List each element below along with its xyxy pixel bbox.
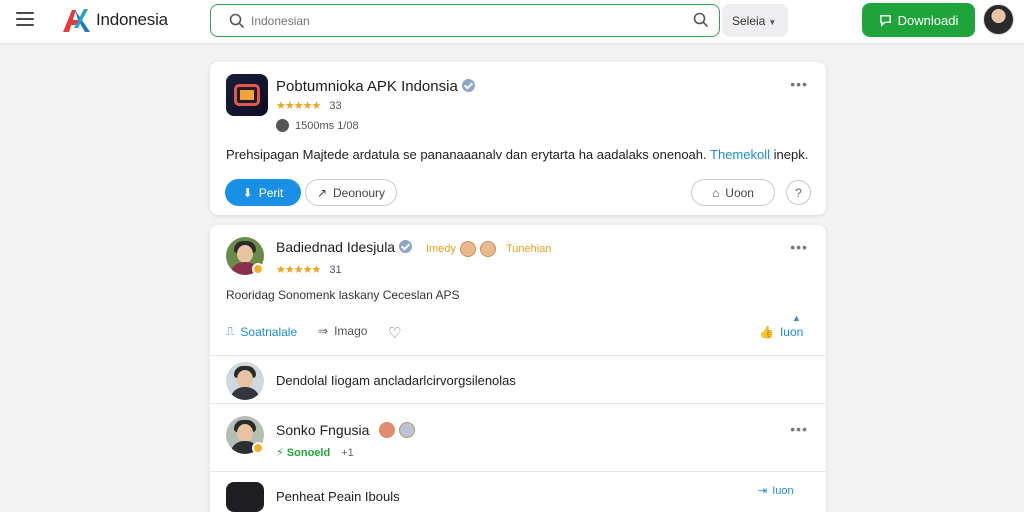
tertiary-action-label: Uoon (725, 185, 754, 200)
reply-link[interactable]: ⇥ Iuon (758, 484, 794, 498)
primary-action-label: Perit (258, 185, 284, 200)
brand-name[interactable]: Indonesia (96, 10, 168, 30)
commenter-name[interactable]: Sonko Fngusia (276, 422, 369, 438)
gold-badge-icon (252, 263, 264, 275)
comment-text: Penheat Peain Ibouls (276, 489, 400, 504)
rating-row: ★★★★★ 33 (276, 99, 342, 112)
more-options-icon[interactable]: ••• (790, 239, 808, 255)
reaction-tag-left[interactable]: Imedy (426, 243, 456, 255)
primary-action-button[interactable]: ⬇ Perit (225, 179, 301, 206)
lock-icon: ⌂ (712, 185, 720, 200)
review-thread-card: Badiednad Idesjula Imedy Tunehian ★★★★★ … (210, 225, 826, 512)
gold-badge-icon (252, 442, 264, 454)
app-post-card: Pobtumnioka APK Indonsia ★★★★★ 33 1500ms… (210, 62, 826, 215)
review-title[interactable]: Badiednad Idesjula (276, 239, 395, 255)
report-label: Soatnalale (240, 324, 298, 339)
chat-icon (879, 14, 891, 27)
reaction-tag-right[interactable]: Tunehian (506, 243, 551, 255)
thumbs-up-icon: 👍 (759, 325, 774, 339)
like-label: Iuon (779, 325, 804, 339)
info-icon (276, 119, 289, 132)
emoji-face-icon (479, 241, 496, 257)
reaction-tags: Imedy Tunehian (426, 241, 551, 257)
help-icon[interactable]: ? (786, 180, 811, 205)
app-icon[interactable] (226, 74, 268, 116)
secondary-action-button[interactable]: ↗ Deonoury (305, 179, 397, 206)
commenter-avatar[interactable] (226, 362, 264, 400)
emoji-face-icon (459, 241, 476, 257)
post-meta: 1500ms 1/08 (276, 119, 359, 132)
search-submit-icon[interactable] (693, 12, 709, 28)
divider (210, 355, 826, 356)
user-avatar[interactable] (983, 4, 1014, 35)
status-tag: ⚡ Sonoeld +1 (276, 446, 354, 459)
post-description-text: Prehsipagan Majtede ardatula se pananaaa… (226, 147, 707, 162)
verified-badge-icon (461, 79, 475, 92)
emoji-face-icon (379, 422, 396, 438)
share-link[interactable]: ⇒ Imago (318, 324, 367, 338)
like-button[interactable]: 👍 Iuon (759, 325, 803, 339)
post-meta-text: 1500ms 1/08 (295, 119, 359, 132)
sort-up-icon[interactable]: ▲ (792, 313, 801, 323)
tertiary-action-button[interactable]: ⌂ Uoon (691, 179, 775, 206)
language-selector[interactable]: Seleia ▼ (722, 4, 788, 37)
reply-label: Iuon (772, 484, 794, 497)
share-arrow-icon: ⇒ (318, 324, 329, 338)
status-tag-label: Sonoeld (286, 447, 331, 459)
car-thumbnail[interactable] (226, 482, 264, 512)
secondary-action-label: Deonoury (333, 185, 386, 200)
download-button[interactable]: Downloadi (862, 3, 975, 37)
post-description: Prehsipagan Majtede ardatula se pananaaa… (226, 147, 808, 162)
download-label: Downloadi (897, 12, 959, 28)
post-title-row: Pobtumnioka APK Indonsia (276, 78, 475, 95)
flag-icon: ⎍ (226, 324, 235, 338)
hamburger-menu-icon[interactable] (16, 12, 34, 28)
comment-text: Dendolal Iiogam ancladarlcirvorgsilenola… (276, 373, 516, 388)
search-input[interactable] (251, 11, 671, 31)
reply-arrow-icon: ⇥ (758, 485, 768, 497)
review-rating-row: ★★★★★ 31 (276, 263, 342, 276)
post-description-tail: inepk. (773, 147, 809, 162)
search-bar[interactable] (210, 4, 720, 37)
emoji-face-icon (399, 422, 416, 438)
search-icon (229, 13, 245, 29)
star-rating-icon: ★★★★★ (276, 264, 321, 276)
status-tag-count: +1 (341, 447, 354, 459)
report-link[interactable]: ⎍ Soatnalale (226, 324, 297, 339)
divider (210, 403, 826, 404)
star-rating-icon: ★★★★★ (276, 100, 321, 112)
verified-badge-icon (399, 240, 413, 253)
share-icon: ↗ (316, 185, 328, 200)
share-label: Imago (334, 324, 368, 338)
more-options-icon[interactable]: ••• (790, 76, 808, 92)
chevron-down-icon: ▼ (768, 18, 777, 27)
commenter-name-row: Sonko Fngusia (276, 422, 416, 438)
more-options-icon[interactable]: ••• (790, 421, 808, 437)
divider (210, 471, 826, 472)
top-bar: Indonesia Seleia▼ Downloadi (0, 0, 1024, 44)
review-title-row: Badiednad Idesjula (276, 239, 413, 255)
review-rating-count: 31 (329, 264, 342, 276)
post-title[interactable]: Pobtumnioka APK Indonsia (276, 78, 458, 95)
rating-count: 33 (329, 100, 342, 112)
language-label: Seleia (732, 14, 766, 28)
review-description: Rooridag Sonomenk laskany Ceceslan APS (226, 288, 460, 302)
heart-icon[interactable]: ♡ (388, 324, 401, 342)
brand-logo-icon[interactable] (60, 6, 92, 36)
post-description-link[interactable]: Themekoll (710, 147, 770, 162)
lightning-icon: ⚡ (276, 447, 284, 459)
download-icon: ⬇ (242, 185, 253, 200)
